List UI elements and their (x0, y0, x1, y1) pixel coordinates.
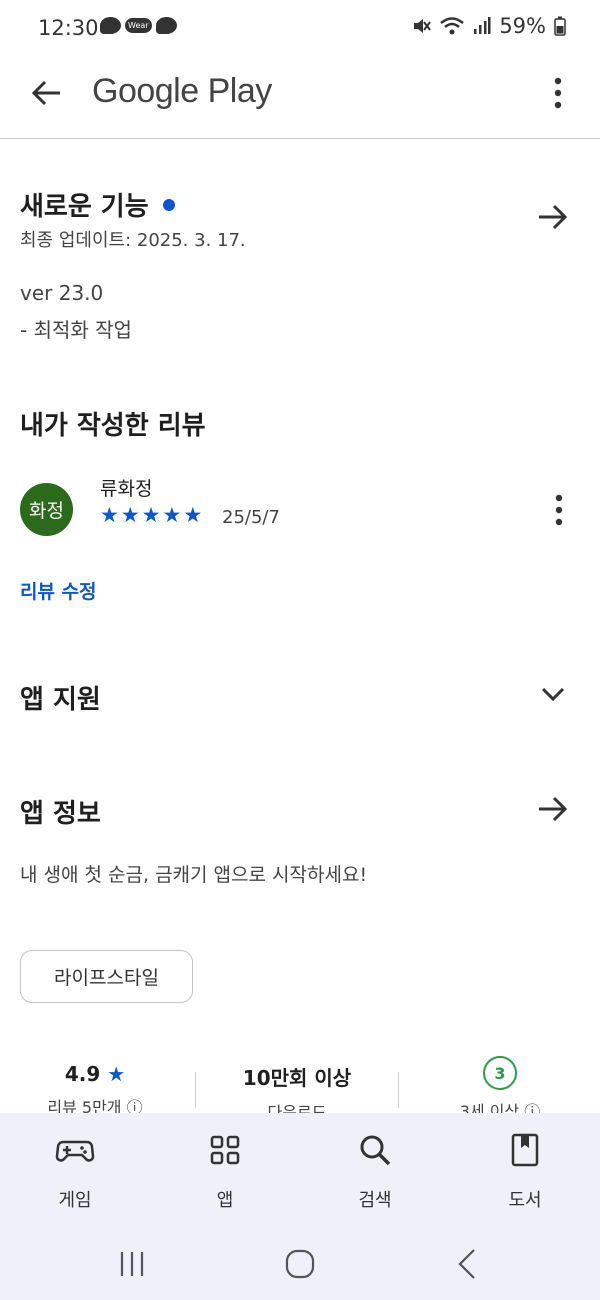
review-more-options-icon[interactable] (553, 494, 565, 526)
home-button-icon[interactable] (280, 1244, 320, 1284)
search-icon (360, 1135, 391, 1166)
star-icon: ★ (162, 503, 182, 527)
wear-notification-icon: Wear (125, 18, 152, 33)
talk-notification-icon-2 (155, 17, 177, 34)
app-title: Google Play (92, 72, 272, 110)
status-time: 12:30 (38, 16, 99, 40)
wifi-icon (440, 17, 465, 35)
nav-label-search: 검색 (358, 1190, 392, 1211)
rating-stat: 4.9 ★ 리뷰 5만개 ⓘ (30, 1062, 160, 1118)
chevron-down-icon[interactable] (540, 684, 566, 704)
nav-item-apps[interactable]: 앱 (175, 1130, 275, 1212)
whats-new-header[interactable]: 새로운 기능 (20, 186, 175, 223)
version-text: ver 23.0 (20, 281, 104, 305)
back-arrow-icon[interactable] (28, 74, 66, 112)
notification-icons: Wear (100, 17, 177, 34)
edit-review-link[interactable]: 리뷰 수정 (20, 577, 97, 604)
whats-new-arrow-icon[interactable] (536, 200, 570, 234)
star-icon: ★ (107, 1062, 126, 1086)
star-icon: ★ (183, 503, 203, 527)
star-icon: ★ (141, 503, 161, 527)
review-stars: ★ ★ ★ ★ ★ (100, 504, 202, 526)
app-bar-divider (0, 138, 600, 139)
new-indicator-dot (162, 198, 175, 211)
more-options-icon[interactable] (552, 76, 564, 110)
my-review-title: 내가 작성한 리뷰 (20, 411, 206, 441)
age-rating-badge: 3 (483, 1056, 517, 1090)
nav-label-apps: 앱 (216, 1190, 234, 1211)
signal-icon (474, 17, 491, 34)
whats-new-title: 새로운 기능 (20, 192, 149, 222)
nav-item-games[interactable]: 게임 (25, 1130, 125, 1212)
reviewer-name: 류화정 (100, 478, 153, 500)
mute-icon (414, 19, 432, 33)
stat-separator (195, 1072, 196, 1108)
category-chip[interactable]: 라이프스타일 (20, 950, 193, 1003)
nav-label-games: 게임 (58, 1190, 92, 1211)
last-updated-text: 최종 업데이트: 2025. 3. 17. (20, 230, 246, 251)
nav-item-search[interactable]: 검색 (325, 1130, 425, 1212)
talk-notification-icon (100, 17, 121, 34)
review-date: 25/5/7 (222, 507, 280, 528)
stat-separator (398, 1072, 399, 1108)
nav-item-books[interactable]: 도서 (475, 1130, 575, 1212)
battery-icon (554, 16, 566, 36)
reviewer-avatar: 화정 (20, 483, 73, 536)
battery-percent: 59% (499, 14, 546, 38)
gamepad-icon (55, 1140, 95, 1162)
recent-apps-icon[interactable] (112, 1244, 152, 1284)
downloads-value: 10만회 이상 (242, 1066, 352, 1090)
release-note-text: - 최적화 작업 (20, 318, 132, 342)
status-right: 59% (411, 14, 566, 38)
star-icon: ★ (100, 503, 119, 527)
app-description: 내 생애 첫 순금, 금캐기 앱으로 시작하세요! (20, 864, 368, 886)
app-info-arrow-icon[interactable] (536, 792, 570, 826)
apps-grid-icon (210, 1135, 240, 1165)
nav-label-books: 도서 (508, 1190, 542, 1211)
app-info-title[interactable]: 앱 정보 (20, 793, 101, 830)
bookmark-book-icon (511, 1133, 539, 1167)
app-support-title[interactable]: 앱 지원 (20, 679, 101, 716)
rating-value: 4.9 (64, 1062, 101, 1086)
system-back-icon[interactable] (448, 1244, 488, 1284)
star-icon: ★ (120, 503, 140, 527)
